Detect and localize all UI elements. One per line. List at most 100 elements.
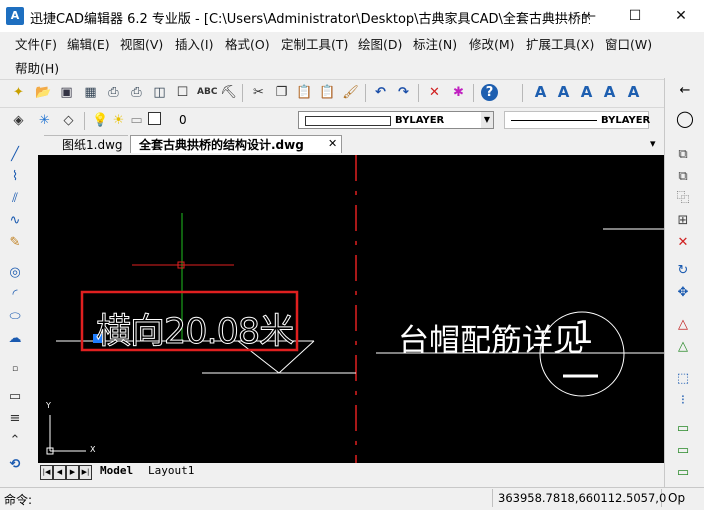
save-all-icon[interactable]: ▦	[82, 84, 99, 101]
first-layout-icon[interactable]: |◀	[40, 465, 53, 480]
match-properties-icon[interactable]: 🖌	[342, 84, 359, 101]
layer-state-icon[interactable]: ✳	[36, 112, 53, 129]
text-find-icon[interactable]: A	[578, 84, 595, 101]
menu-window[interactable]: 窗口(W)	[605, 34, 652, 53]
arc-icon[interactable]: ◜	[6, 286, 24, 304]
blank-page-icon[interactable]: ☐	[174, 84, 191, 101]
close-tab-icon[interactable]: ✕	[328, 135, 337, 153]
menu-file[interactable]: 文件(F)	[15, 34, 57, 53]
menu-modify[interactable]: 修改(M)	[469, 34, 515, 53]
detail-number[interactable]: 1	[574, 315, 594, 351]
sketch-icon[interactable]: ✎	[6, 234, 24, 252]
revcloud-icon[interactable]: ☁	[6, 330, 24, 348]
undo-icon[interactable]: ↶	[372, 84, 389, 101]
rotate-icon[interactable]: ↻	[674, 262, 692, 280]
trim-icon[interactable]: ⬚	[674, 370, 692, 388]
hatch-icon[interactable]: ≡	[6, 410, 24, 428]
tab-drawing1[interactable]: 图纸1.dwg	[44, 135, 128, 153]
tab-layout1[interactable]: Layout1	[148, 464, 194, 477]
open-file-icon[interactable]: 📂	[35, 84, 52, 101]
purge-icon[interactable]: ✱	[450, 84, 467, 101]
close-button[interactable]: ✕	[658, 0, 704, 32]
tab-list-arrow-icon[interactable]: ▾	[650, 135, 656, 153]
point-icon[interactable]: ▫	[6, 360, 24, 378]
redo-icon[interactable]: ↷	[395, 84, 412, 101]
orbit-icon[interactable]: ◯	[676, 110, 694, 128]
tab-bridge-structure[interactable]: 全套古典拱桥的结构设计.dwg	[130, 135, 342, 153]
prev-layout-icon[interactable]: ◀	[53, 465, 66, 480]
next-layout-icon[interactable]: ▶	[66, 465, 79, 480]
menu-edit[interactable]: 编辑(E)	[67, 34, 110, 53]
document-tabs: 图纸1.dwg 全套古典拱桥的结构设计.dwg ✕ ▾	[36, 134, 664, 154]
menu-draw[interactable]: 绘图(D)	[358, 34, 402, 53]
menu-dimension[interactable]: 标注(N)	[413, 34, 457, 53]
polygon-icon[interactable]: ⌃	[6, 432, 24, 450]
regen-icon[interactable]: ⟲	[6, 456, 24, 474]
paste-icon[interactable]: 📋	[296, 84, 313, 101]
cut-icon[interactable]: ✂	[250, 84, 267, 101]
menu-extend-tools[interactable]: 扩展工具(X)	[526, 34, 594, 53]
text-replace-icon[interactable]: A	[601, 84, 618, 101]
delete-icon[interactable]: ✕	[426, 84, 443, 101]
print-preview-icon[interactable]: ⎙	[128, 84, 145, 101]
ellipse-icon[interactable]: ⬭	[6, 308, 24, 326]
status-option[interactable]: Op	[668, 491, 685, 505]
new-file-icon[interactable]: ✦	[10, 84, 27, 101]
text-edit-icon[interactable]: A	[555, 84, 572, 101]
window-title: 迅捷CAD编辑器 6.2 专业版 - [C:\Users\Administrat…	[30, 12, 590, 27]
break-icon[interactable]: ▭	[674, 420, 692, 438]
move-icon[interactable]: ✥	[674, 284, 692, 302]
offset-icon[interactable]: ⿻	[674, 190, 692, 208]
lineweight-dropdown[interactable]: BYLAYER	[504, 111, 651, 129]
back-arrow-icon[interactable]: ←	[676, 82, 694, 100]
scale-icon[interactable]: △	[674, 316, 692, 334]
callout-text[interactable]: 台帽配筋详见	[398, 315, 584, 360]
print-icon[interactable]: ⎙	[105, 84, 122, 101]
erase-icon[interactable]: ✕	[674, 234, 692, 252]
menu-view[interactable]: 视图(V)	[120, 34, 163, 53]
properties-toolbar: ◈ ✳ ◇ 💡 ☀ ▭ 0 BYLAYER ▼ BYLAYER	[0, 107, 664, 134]
linetype-swatch	[305, 116, 391, 126]
tab-model[interactable]: Model	[100, 464, 133, 477]
drawing-canvas[interactable]: 横向20.08米 台帽配筋详见 1 Y X	[38, 155, 664, 463]
fillet-icon[interactable]: ▭	[674, 464, 692, 482]
menu-help[interactable]: 帮助(H)	[15, 58, 59, 77]
line-icon[interactable]: ╱	[6, 146, 24, 164]
last-layout-icon[interactable]: ▶|	[79, 465, 92, 480]
lineweight-value: BYLAYER	[601, 115, 651, 126]
selected-text-entity[interactable]: 横向20.08米	[95, 303, 294, 354]
text-scale-icon[interactable]: A	[625, 84, 642, 101]
polyline-icon[interactable]: ⌇	[6, 168, 24, 186]
text-style-icon[interactable]: A	[532, 84, 549, 101]
stretch-icon[interactable]: △	[674, 338, 692, 356]
copy-object-icon[interactable]: ⧉	[674, 146, 692, 164]
menu-insert[interactable]: 插入(I)	[175, 34, 213, 53]
help-icon[interactable]: ?	[481, 84, 498, 101]
command-input[interactable]	[44, 491, 484, 506]
layer-manager-icon[interactable]: ◈	[10, 112, 27, 129]
chamfer-icon[interactable]: ▭	[674, 442, 692, 460]
tab-label: 图纸1.dwg	[62, 138, 123, 152]
layer-previous-icon[interactable]: ◇	[60, 112, 77, 129]
menu-format[interactable]: 格式(O)	[225, 34, 270, 53]
preview-icon[interactable]: ◫	[151, 84, 168, 101]
menu-custom-tools[interactable]: 定制工具(T)	[281, 34, 348, 53]
save-icon[interactable]: ▣	[58, 84, 75, 101]
layer-dropdown[interactable]: 0	[146, 111, 291, 129]
mirror-icon[interactable]: ⧉	[674, 168, 692, 186]
chevron-down-icon[interactable]: ▼	[481, 112, 493, 128]
paste-special-icon[interactable]: 📋	[319, 84, 336, 101]
copy-icon[interactable]: ❐	[273, 84, 290, 101]
find-icon[interactable]: ⛏	[220, 84, 237, 101]
spell-check-icon[interactable]: ABC	[197, 84, 217, 101]
minimize-button[interactable]: —	[566, 0, 612, 32]
linetype-dropdown[interactable]: BYLAYER ▼	[298, 111, 494, 129]
circle-icon[interactable]: ◎	[6, 264, 24, 282]
maximize-button[interactable]: ☐	[612, 0, 658, 32]
rectangle-icon[interactable]: ▭	[6, 388, 24, 406]
draw-toolbar: ╱ ⌇ ⫽ ∿ ✎ ◎ ◜ ⬭ ☁ ▫ ▭ ≡ ⌃ ⟲	[0, 134, 36, 487]
spline-icon[interactable]: ∿	[6, 212, 24, 230]
extend-icon[interactable]: ⁝	[674, 392, 692, 410]
multiline-icon[interactable]: ⫽	[6, 190, 24, 208]
array-icon[interactable]: ⊞	[674, 212, 692, 230]
